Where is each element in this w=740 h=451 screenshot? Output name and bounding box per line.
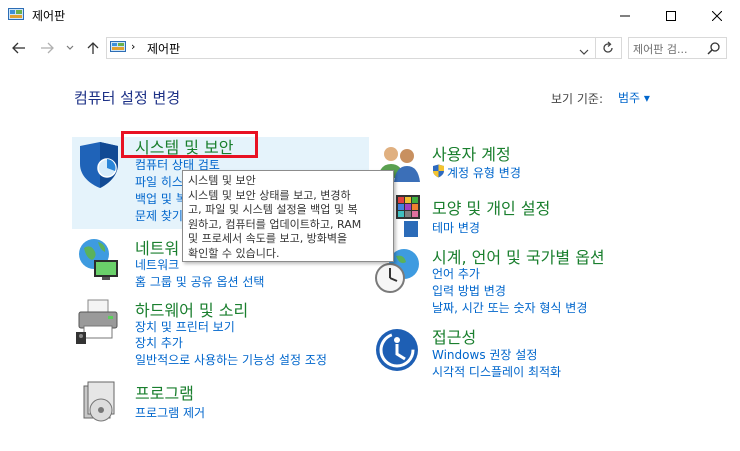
shield-icon[interactable] [74, 140, 124, 190]
control-panel-icon [110, 41, 126, 57]
maximize-icon [666, 10, 676, 21]
view-by-value: 범주 [618, 91, 641, 105]
search-input[interactable]: 제어판 검... [633, 41, 687, 57]
category-user-accounts-title[interactable]: 사용자 계정 [432, 141, 511, 165]
search-box[interactable]: 제어판 검... [628, 37, 727, 59]
link-optimize-display[interactable]: 시각적 디스플레이 최적화 [432, 363, 561, 380]
link-troubleshoot[interactable]: 문제 찾기 [135, 207, 183, 224]
chevron-down-icon [579, 49, 589, 55]
forward-button[interactable] [38, 40, 56, 56]
forward-arrow-icon [41, 42, 54, 54]
page-title: 컴퓨터 설정 변경 [74, 89, 181, 107]
chevron-down-icon: ▾ [643, 91, 650, 105]
tooltip-line: 확인할 수 있습니다. [188, 246, 280, 260]
close-button[interactable] [694, 0, 740, 31]
close-icon [712, 10, 722, 21]
refresh-icon [603, 41, 613, 53]
back-button[interactable] [10, 40, 28, 56]
chevron-down-icon [66, 45, 74, 50]
network-globe-icon[interactable] [74, 234, 124, 284]
ease-of-access-icon[interactable] [374, 327, 424, 377]
tooltip-line: 시스템 및 보안 상태를 보고, 변경하 [188, 188, 351, 202]
printer-icon[interactable] [74, 296, 124, 346]
recent-locations-button[interactable] [64, 40, 76, 56]
category-ease-of-access-title[interactable]: 접근성 [432, 324, 476, 348]
tooltip: 시스템 및 보안 시스템 및 보안 상태를 보고, 변경하 고, 파일 및 시스… [182, 170, 394, 262]
search-icon[interactable] [707, 41, 721, 58]
link-homegroup-sharing[interactable]: 홈 그룹 및 공유 옵션 선택 [135, 273, 264, 290]
refresh-button[interactable] [601, 41, 615, 58]
control-panel-icon [8, 8, 24, 22]
programs-icon[interactable] [78, 380, 128, 430]
up-button[interactable] [84, 40, 102, 56]
tooltip-line: 원하고, 컴퓨터를 업데이트하고, RAM [188, 217, 362, 231]
link-change-input-method[interactable]: 입력 방법 변경 [432, 282, 506, 299]
link-windows-recommended[interactable]: Windows 권장 설정 [432, 346, 537, 363]
link-devices-printers[interactable]: 장치 및 프린터 보기 [135, 318, 235, 335]
maximize-button[interactable] [648, 0, 694, 31]
tooltip-line: 및 프로세서 속도를 보고, 방화벽을 [188, 232, 348, 245]
address-bar[interactable]: › 제어판 [106, 37, 622, 59]
link-backup-restore[interactable]: 백업 및 복 [135, 190, 187, 207]
address-dropdown-button[interactable] [579, 44, 589, 58]
divider [595, 38, 596, 58]
link-change-account-type[interactable]: 계정 유형 변경 [447, 164, 521, 181]
tooltip-line: 고, 파일 및 시스템 설정을 백업 및 복 [188, 203, 358, 216]
back-arrow-icon [12, 42, 25, 54]
title-bar: 제어판 [0, 0, 740, 32]
breadcrumb-item[interactable]: 제어판 [147, 40, 180, 57]
view-by-label: 보기 기준: [551, 92, 604, 106]
breadcrumb-separator: › [131, 40, 136, 53]
tooltip-title: 시스템 및 보안 [188, 174, 256, 187]
link-network-status[interactable]: 네트워크 [135, 256, 179, 273]
minimize-icon [620, 15, 630, 16]
window-title: 제어판 [32, 9, 66, 23]
link-file-history[interactable]: 파일 히스 [135, 173, 183, 190]
uac-shield-icon [432, 164, 445, 181]
up-arrow-icon [87, 42, 99, 54]
link-change-date-format[interactable]: 날짜, 시간 또는 숫자 형식 변경 [432, 299, 587, 316]
link-mobility-settings[interactable]: 일반적으로 사용하는 기능성 설정 조정 [135, 351, 327, 368]
view-by-dropdown[interactable]: 범주 ▾ [618, 89, 650, 106]
category-appearance-title[interactable]: 모양 및 개인 설정 [432, 195, 550, 219]
link-add-device[interactable]: 장치 추가 [135, 334, 183, 351]
link-add-language[interactable]: 언어 추가 [432, 265, 480, 282]
minimize-button[interactable] [602, 0, 648, 31]
link-uninstall-program[interactable]: 프로그램 제거 [135, 404, 205, 421]
link-change-theme[interactable]: 테마 변경 [432, 219, 480, 236]
category-system-security-title[interactable]: 시스템 및 보안 [135, 134, 234, 158]
category-programs-title[interactable]: 프로그램 [135, 380, 194, 404]
